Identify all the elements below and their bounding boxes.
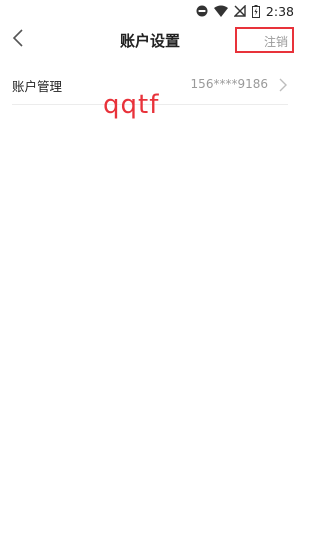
list-item-label: 账户管理 — [12, 79, 63, 94]
no-signal-icon — [233, 5, 246, 17]
do-not-disturb-icon — [196, 5, 208, 17]
status-bar: 2:38 — [0, 0, 300, 22]
battery-icon — [251, 4, 260, 18]
phone-number: 156****9186 — [190, 77, 268, 91]
app-bar: 账户设置 注销 — [0, 22, 300, 58]
deregister-label: 注销 — [263, 35, 288, 49]
chevron-right-icon — [278, 77, 288, 92]
deregister-button[interactable]: 注销 — [235, 27, 294, 53]
overlay-text: qqtf — [103, 90, 160, 120]
wifi-icon — [213, 5, 228, 17]
status-icons: 2:38 — [196, 2, 294, 20]
status-time: 2:38 — [265, 3, 294, 19]
